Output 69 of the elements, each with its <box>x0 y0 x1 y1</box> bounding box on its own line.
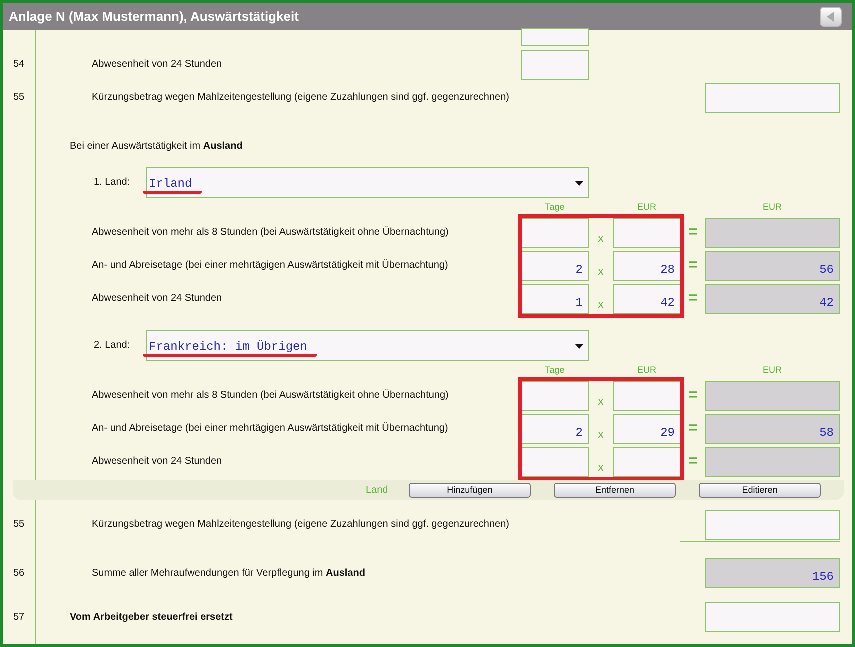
input-field[interactable]: 28 <box>613 250 681 280</box>
input-field[interactable] <box>613 446 681 476</box>
column-heading: Tage <box>545 365 565 375</box>
column-heading: EUR <box>762 202 782 212</box>
caret-icon <box>575 344 584 348</box>
column-heading: EUR <box>762 365 782 375</box>
input-field[interactable] <box>521 380 589 410</box>
input-field[interactable] <box>705 510 840 540</box>
input-field[interactable] <box>521 28 589 46</box>
line-label: An- und Abreisetage (bei einer mehrtägigen Auswärtstätigkeit mit Übernachtung) <box>91 423 448 434</box>
result-field: 58 <box>705 414 840 444</box>
section-label: Land <box>366 484 390 496</box>
equals-sign: = <box>687 290 699 308</box>
column-heading: EUR <box>637 365 656 375</box>
back-button[interactable] <box>820 6 842 26</box>
line-label: Abwesenheit von mehr als 8 Stunden (bei Auswärtstätigkeit ohne Übernachtung) <box>91 227 449 238</box>
line-number: 54 <box>12 59 26 70</box>
input-field[interactable] <box>521 50 589 80</box>
equals-sign: = <box>687 256 699 274</box>
input-field[interactable]: 2 <box>521 414 589 444</box>
column-heading: EUR <box>637 202 656 212</box>
section-heading: Bei einer Auswärtstätigkeit im Ausland <box>69 140 244 152</box>
line-heading: Vom Arbeitgeber steuerfrei ersetzt <box>69 612 233 622</box>
input-field[interactable]: 1 <box>521 284 589 314</box>
line-number: 55 <box>12 519 26 530</box>
line-number: 57 <box>12 612 26 622</box>
multiply-sign: x <box>597 396 605 410</box>
country-dropdown[interactable]: Irland <box>146 166 589 198</box>
line-label: Summe aller Mehraufwendungen für Verpflegung im Ausland <box>91 568 366 578</box>
input-field[interactable]: 2 <box>521 250 589 280</box>
country-label: 1. Land: <box>93 176 130 188</box>
input-field[interactable] <box>613 380 681 410</box>
line-label: Abwesenheit von 24 Stunden <box>91 293 222 304</box>
result-field: 156 <box>705 558 840 588</box>
multiply-sign: x <box>597 429 605 443</box>
line-label: Abwesenheit von 24 Stunden <box>91 456 222 467</box>
equals-sign: = <box>687 224 699 242</box>
line-label: Abwesenheit von mehr als 8 Stunden (bei Auswärtstätigkeit ohne Übernachtung) <box>91 390 449 401</box>
column-heading: Tage <box>545 202 565 212</box>
input-field[interactable]: 29 <box>613 414 681 444</box>
window-title: Anlage N (Max Mustermann), Auswärtstätigkeit <box>9 9 299 24</box>
action-button[interactable]: Entfernen <box>554 482 676 498</box>
multiply-sign: x <box>597 299 605 313</box>
line-number: 56 <box>12 568 26 578</box>
input-field[interactable]: 42 <box>613 284 681 314</box>
input-field[interactable] <box>613 218 681 248</box>
input-field[interactable] <box>521 446 589 476</box>
multiply-sign: x <box>597 462 605 476</box>
action-button[interactable]: Hinzufügen <box>408 482 531 498</box>
multiply-sign: x <box>597 233 605 247</box>
input-field[interactable] <box>705 602 840 632</box>
action-button[interactable]: Editieren <box>698 482 821 498</box>
line-label: Kürzungsbetrag wegen Mahlzeitengestellung (eigene Zuzahlungen sind ggf. gegenzurechnen) <box>91 519 511 530</box>
line-label: Kürzungsbetrag wegen Mahlzeitengestellung (eigene Zuzahlungen sind ggf. gegenzurechnen) <box>91 92 510 103</box>
line-label: Abwesenheit von 24 Stunden <box>91 59 222 70</box>
input-field[interactable] <box>705 82 840 112</box>
left-triangle-icon <box>827 12 835 22</box>
result-field: 56 <box>705 250 840 280</box>
line-number: 55 <box>12 92 26 103</box>
country-dropdown[interactable]: Frankreich: im Übrigen <box>146 330 589 360</box>
result-field: 42 <box>705 284 840 314</box>
line-label: An- und Abreisetage (bei einer mehrtägigen Auswärtstätigkeit mit Übernachtung) <box>91 260 448 271</box>
equals-sign: = <box>687 452 699 470</box>
caret-icon <box>575 180 584 186</box>
multiply-sign: x <box>597 266 605 280</box>
country-label: 2. Land: <box>93 340 130 350</box>
equals-sign: = <box>687 386 699 404</box>
equals-sign: = <box>687 420 699 438</box>
input-field[interactable] <box>521 218 589 248</box>
